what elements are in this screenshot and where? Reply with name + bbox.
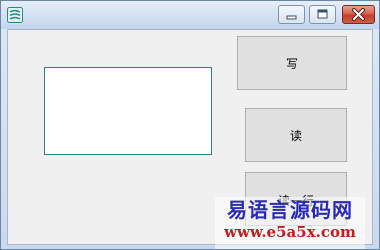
write-button[interactable]: 写: [237, 36, 347, 90]
maximize-icon: [317, 9, 328, 19]
title-bar[interactable]: [1, 1, 379, 29]
minimize-icon: [286, 15, 297, 20]
read-button[interactable]: 读: [245, 108, 347, 162]
maximize-button[interactable]: [309, 5, 336, 24]
app-icon[interactable]: [7, 7, 23, 23]
text-box[interactable]: [44, 67, 212, 155]
close-icon: [352, 8, 365, 21]
client-area: 写 读 读一行: [7, 29, 373, 245]
app-window: 写 读 读一行 易语言源码网 www.e5a5x.com: [0, 0, 380, 250]
minimize-button[interactable]: [278, 5, 305, 24]
close-button[interactable]: [342, 5, 375, 24]
read-line-button[interactable]: 读一行: [245, 172, 347, 226]
